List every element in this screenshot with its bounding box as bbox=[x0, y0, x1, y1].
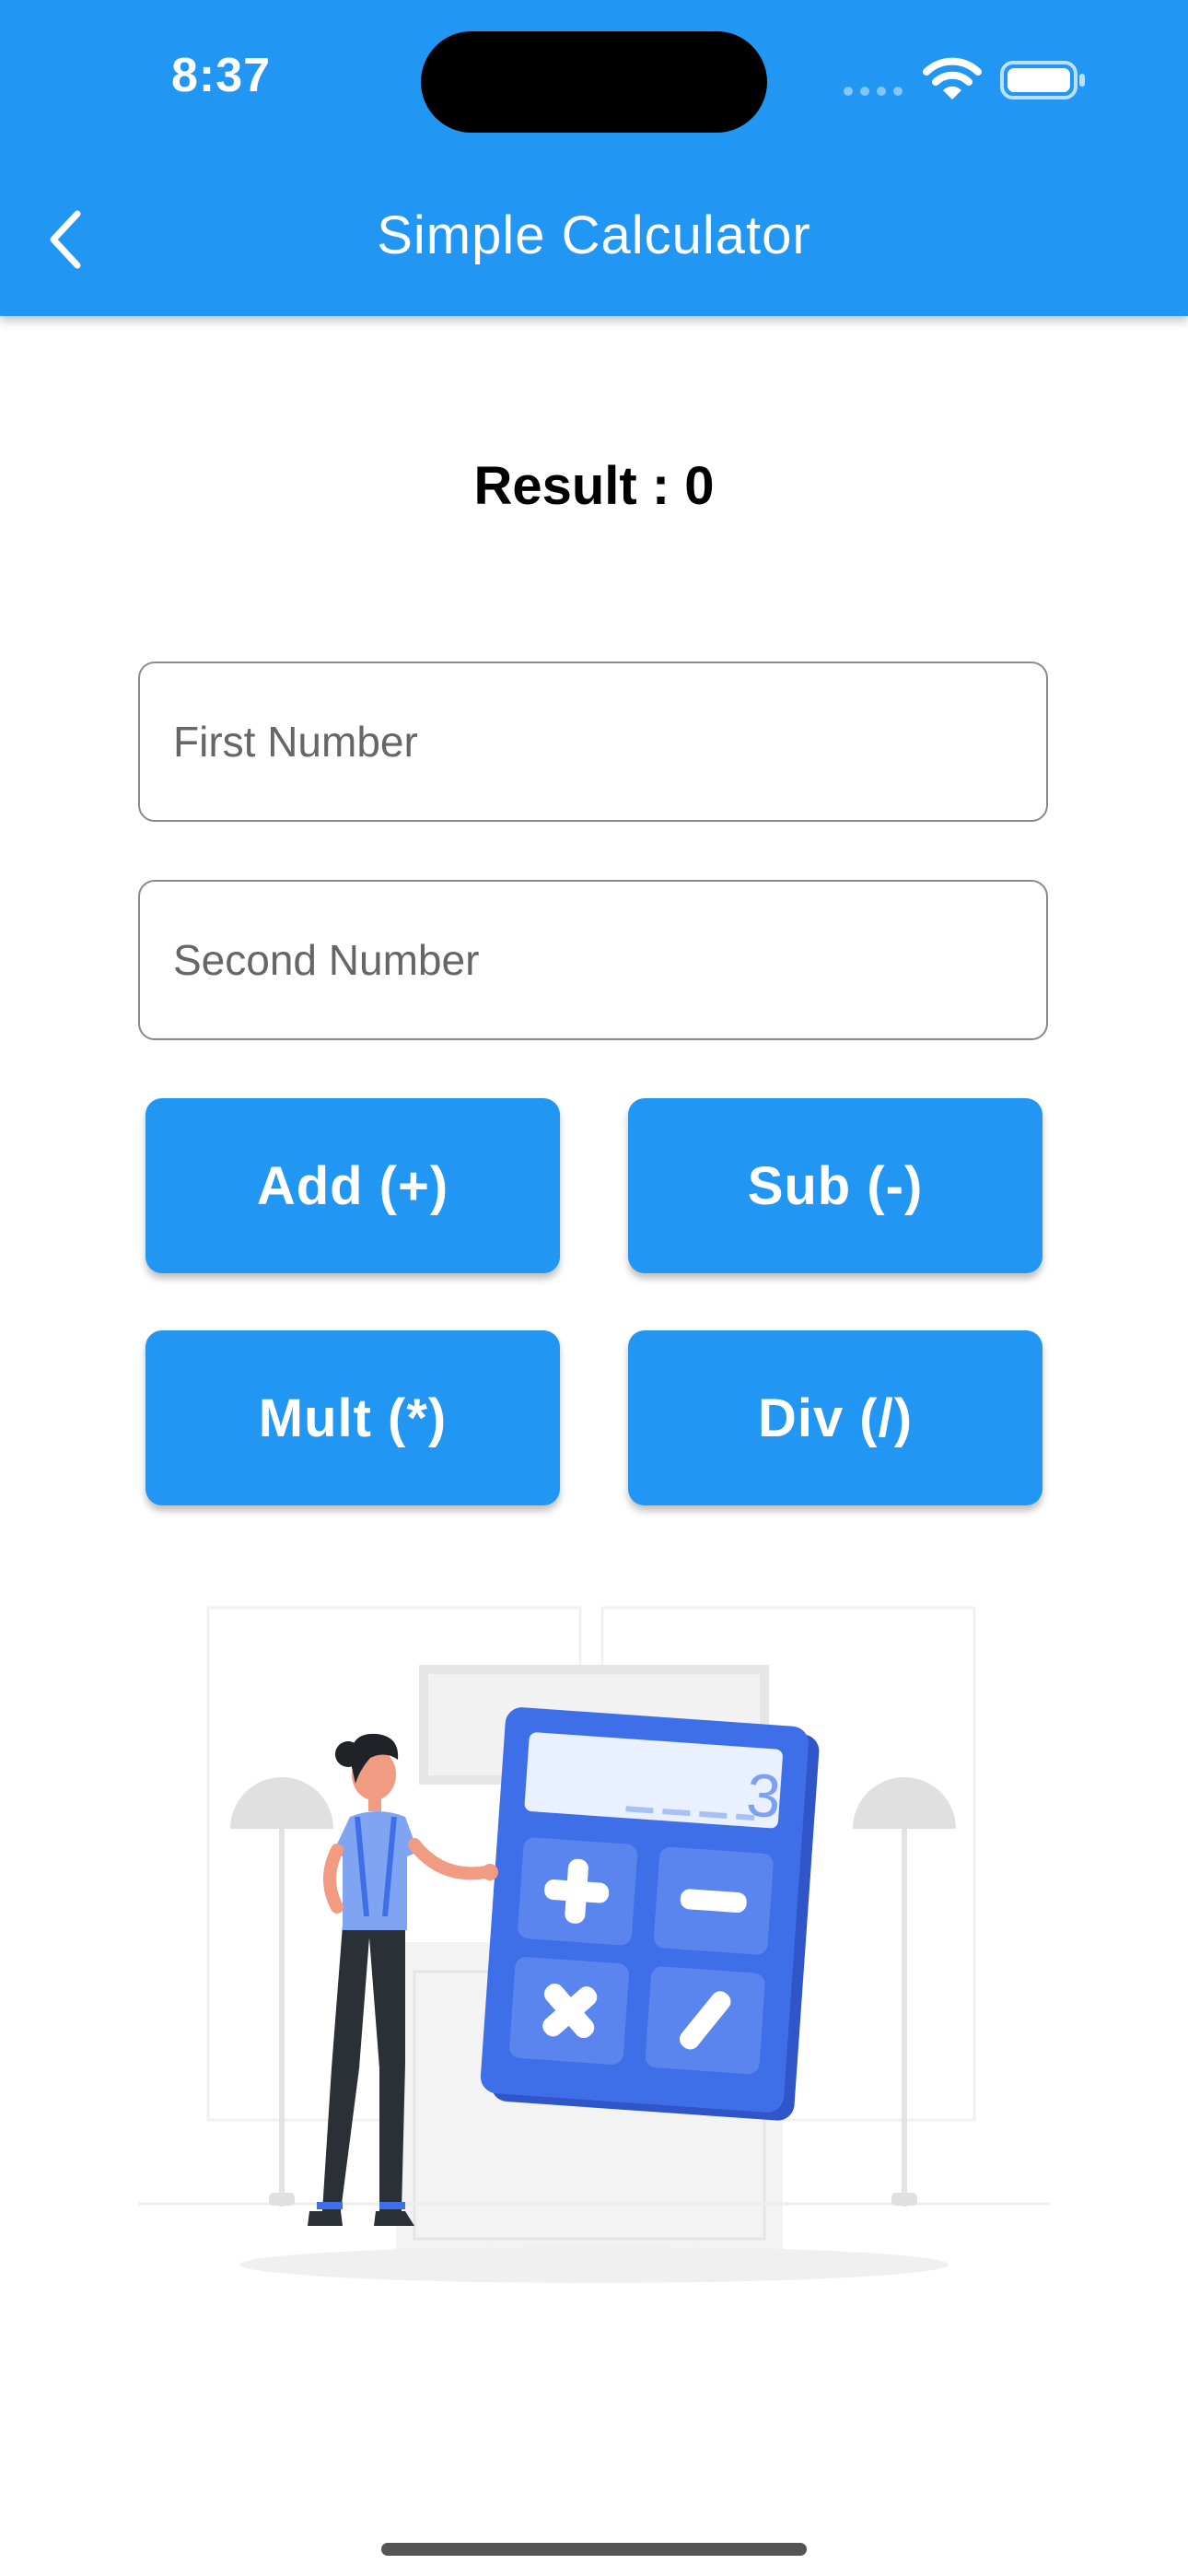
wifi-icon bbox=[923, 57, 982, 100]
add-button[interactable]: Add (+) bbox=[146, 1098, 560, 1273]
cellular-signal-icon bbox=[844, 87, 903, 96]
calculator-illustration: 3 bbox=[138, 1606, 1050, 2283]
second-number-input[interactable] bbox=[140, 882, 1046, 1038]
battery-icon bbox=[1000, 61, 1085, 100]
first-number-input[interactable] bbox=[140, 663, 1046, 820]
mult-button[interactable]: Mult (*) bbox=[146, 1330, 560, 1505]
div-button[interactable]: Div (/) bbox=[628, 1330, 1042, 1505]
page-title: Simple Calculator bbox=[377, 205, 811, 265]
status-time: 8:37 bbox=[171, 49, 272, 102]
dynamic-island bbox=[421, 31, 767, 133]
app-bar: 8:37 Simple Calculator bbox=[0, 0, 1188, 316]
result-label: Result : 0 bbox=[473, 456, 715, 516]
home-indicator bbox=[381, 2543, 807, 2556]
first-number-field[interactable] bbox=[138, 662, 1048, 822]
sub-button[interactable]: Sub (-) bbox=[628, 1098, 1042, 1273]
second-number-field[interactable] bbox=[138, 880, 1048, 1040]
